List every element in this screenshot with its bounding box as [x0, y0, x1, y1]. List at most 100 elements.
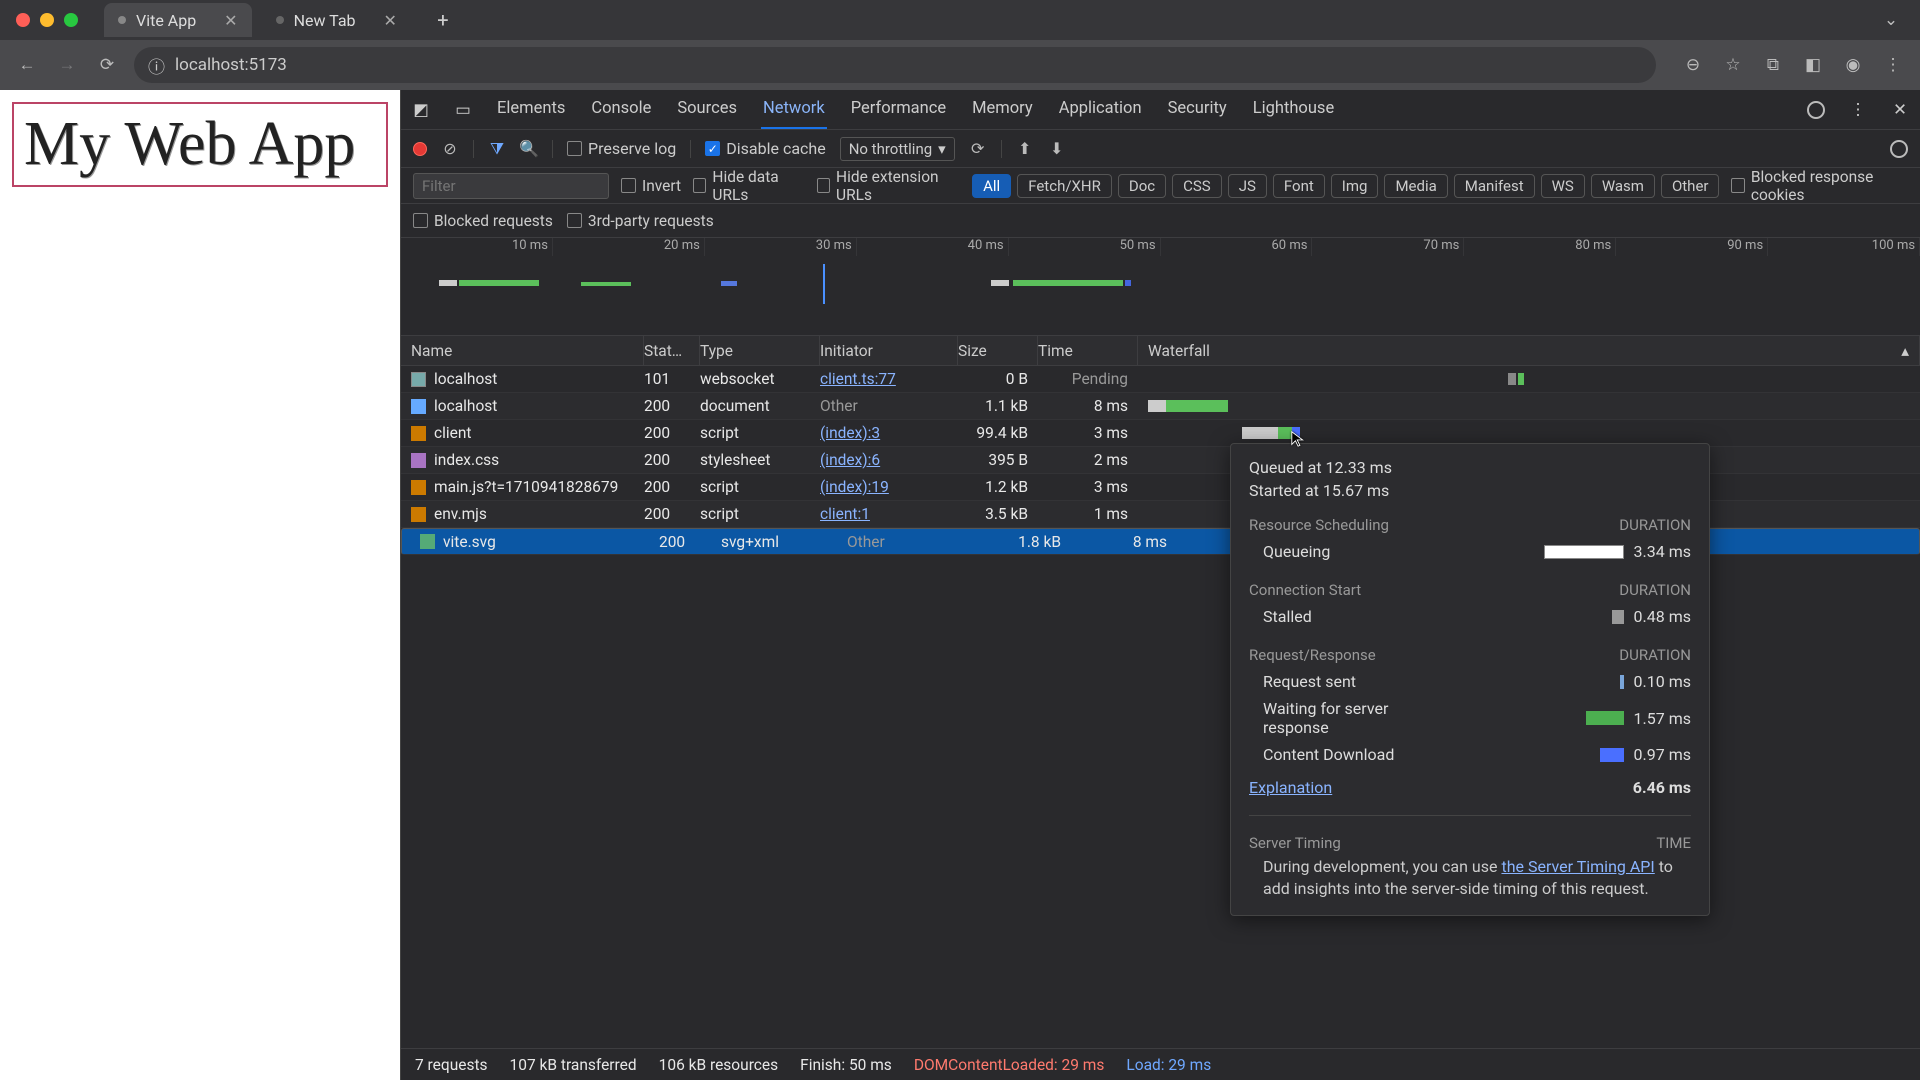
forward-button[interactable]: → [54, 52, 80, 78]
request-initiator[interactable]: (index):3 [820, 424, 880, 442]
timeline-overview[interactable]: 10 ms20 ms30 ms40 ms50 ms60 ms70 ms80 ms… [401, 238, 1920, 336]
disable-cache-checkbox[interactable]: ✓Disable cache [705, 139, 825, 158]
new-tab-button[interactable]: + [429, 6, 457, 34]
devtools-tab-console[interactable]: Console [589, 90, 653, 129]
browser-tab-new[interactable]: New Tab ✕ [262, 3, 411, 37]
request-time: 8 ms [1077, 533, 1177, 551]
request-status: 200 [644, 397, 700, 415]
clear-button[interactable]: ⊘ [441, 140, 459, 158]
type-filter-media[interactable]: Media [1384, 174, 1447, 198]
col-status[interactable]: Stat… [644, 336, 700, 365]
export-icon[interactable]: ⬇ [1048, 140, 1066, 158]
search-icon[interactable]: 🔍 [520, 140, 538, 158]
type-filter-js[interactable]: JS [1228, 174, 1267, 198]
request-size: 0 B [958, 370, 1038, 388]
devtools-tab-security[interactable]: Security [1166, 90, 1229, 129]
file-type-icon [420, 534, 435, 549]
type-filter-doc[interactable]: Doc [1118, 174, 1166, 198]
devtools-tab-elements[interactable]: Elements [495, 90, 567, 129]
overview-tick: 30 ms [705, 238, 857, 256]
blocked-requests-checkbox[interactable]: Blocked requests [413, 212, 553, 230]
reload-button[interactable]: ⟳ [94, 52, 120, 78]
explanation-link[interactable]: Explanation [1249, 778, 1332, 797]
import-icon[interactable]: ⬆ [1016, 140, 1034, 158]
server-timing-api-link[interactable]: the Server Timing API [1501, 857, 1654, 876]
inspect-element-icon[interactable]: ◩ [411, 100, 431, 120]
network-settings-icon[interactable] [1890, 140, 1908, 158]
preserve-log-checkbox[interactable]: Preserve log [567, 139, 676, 158]
type-filter-wasm[interactable]: Wasm [1591, 174, 1655, 198]
col-name[interactable]: Name [401, 336, 644, 365]
third-party-checkbox[interactable]: 3rd-party requests [567, 212, 714, 230]
type-filter-img[interactable]: Img [1331, 174, 1379, 198]
devtools-tab-performance[interactable]: Performance [849, 90, 948, 129]
type-filter-other[interactable]: Other [1661, 174, 1720, 198]
type-filter-css[interactable]: CSS [1172, 174, 1222, 198]
request-row[interactable]: localhost101websocketclient.ts:770 BPend… [401, 366, 1920, 393]
devtools-tab-application[interactable]: Application [1057, 90, 1144, 129]
waterfall-bar[interactable] [1148, 399, 1920, 414]
close-tab-icon[interactable]: ✕ [224, 11, 237, 30]
back-button[interactable]: ← [14, 52, 40, 78]
overview-tick: 60 ms [1161, 238, 1313, 256]
settings-icon[interactable] [1806, 100, 1826, 120]
request-initiator[interactable]: (index):19 [820, 478, 889, 496]
type-filter-fetch-xhr[interactable]: Fetch/XHR [1017, 174, 1112, 198]
request-initiator[interactable]: (index):6 [820, 451, 880, 469]
devtools-tab-sources[interactable]: Sources [675, 90, 739, 129]
request-row[interactable]: localhost200documentOther1.1 kB8 ms [401, 393, 1920, 420]
hide-data-urls-checkbox[interactable]: Hide data URLs [693, 168, 805, 204]
filter-toggle-icon[interactable]: ⧩ [488, 140, 506, 158]
menu-icon[interactable]: ⋮ [1880, 52, 1906, 78]
request-initiator[interactable]: client.ts:77 [820, 370, 896, 388]
record-button[interactable] [413, 142, 427, 156]
type-filter-ws[interactable]: WS [1541, 174, 1585, 198]
address-bar: ← → ⟳ ⓘ localhost:5173 ⊖ ☆ ⧉ ◧ ◉ ⋮ [0, 40, 1920, 90]
sidepanel-icon[interactable]: ◧ [1800, 52, 1826, 78]
col-time[interactable]: Time [1038, 336, 1138, 365]
col-waterfall[interactable]: Waterfall▴ [1138, 336, 1920, 365]
col-type[interactable]: Type [700, 336, 820, 365]
close-window-button[interactable] [16, 13, 30, 27]
request-status: 200 [644, 451, 700, 469]
minimize-window-button[interactable] [40, 13, 54, 27]
request-size: 1.8 kB [991, 533, 1071, 551]
devtools-tab-network[interactable]: Network [761, 90, 827, 129]
filter-input[interactable] [413, 173, 609, 199]
request-initiator[interactable]: client:1 [820, 505, 870, 523]
type-filter-font[interactable]: Font [1273, 174, 1325, 198]
close-tab-icon[interactable]: ✕ [384, 11, 397, 30]
zoom-icon[interactable]: ⊖ [1680, 52, 1706, 78]
invert-checkbox[interactable]: Invert [621, 177, 681, 195]
col-initiator[interactable]: Initiator [820, 336, 958, 365]
extensions-icon[interactable]: ⧉ [1760, 52, 1786, 78]
devtools-tab-memory[interactable]: Memory [970, 90, 1035, 129]
network-conditions-icon[interactable]: ⟳ [969, 140, 987, 158]
hide-extension-urls-checkbox[interactable]: Hide extension URLs [817, 168, 960, 204]
page-viewport: My Web App [0, 90, 400, 1080]
type-filter-all[interactable]: All [972, 174, 1011, 198]
device-toggle-icon[interactable]: ▭ [453, 100, 473, 120]
profile-icon[interactable]: ◉ [1840, 52, 1866, 78]
chevron-down-icon[interactable]: ⌄ [1878, 7, 1904, 33]
waterfall-bar[interactable] [1148, 426, 1920, 441]
site-info-icon[interactable]: ⓘ [148, 53, 165, 78]
blocked-cookies-checkbox[interactable]: Blocked response cookies [1731, 168, 1908, 204]
close-devtools-icon[interactable]: ✕ [1890, 100, 1910, 120]
col-size[interactable]: Size [958, 336, 1038, 365]
type-filter-manifest[interactable]: Manifest [1454, 174, 1535, 198]
browser-tab-vite[interactable]: Vite App ✕ [104, 3, 252, 37]
url-input[interactable]: ⓘ localhost:5173 [134, 47, 1656, 83]
request-status: 200 [659, 533, 715, 551]
maximize-window-button[interactable] [64, 13, 78, 27]
request-type: websocket [700, 370, 820, 388]
status-finish: Finish: 50 ms [800, 1056, 892, 1074]
bookmark-icon[interactable]: ☆ [1720, 52, 1746, 78]
tab-title: New Tab [294, 11, 356, 30]
more-icon[interactable]: ⋮ [1848, 100, 1868, 120]
devtools-tab-lighthouse[interactable]: Lighthouse [1251, 90, 1337, 129]
throttling-select[interactable]: No throttling▾ [840, 137, 955, 161]
request-status: 200 [644, 424, 700, 442]
request-type: script [700, 424, 820, 442]
waterfall-bar[interactable] [1148, 372, 1920, 387]
